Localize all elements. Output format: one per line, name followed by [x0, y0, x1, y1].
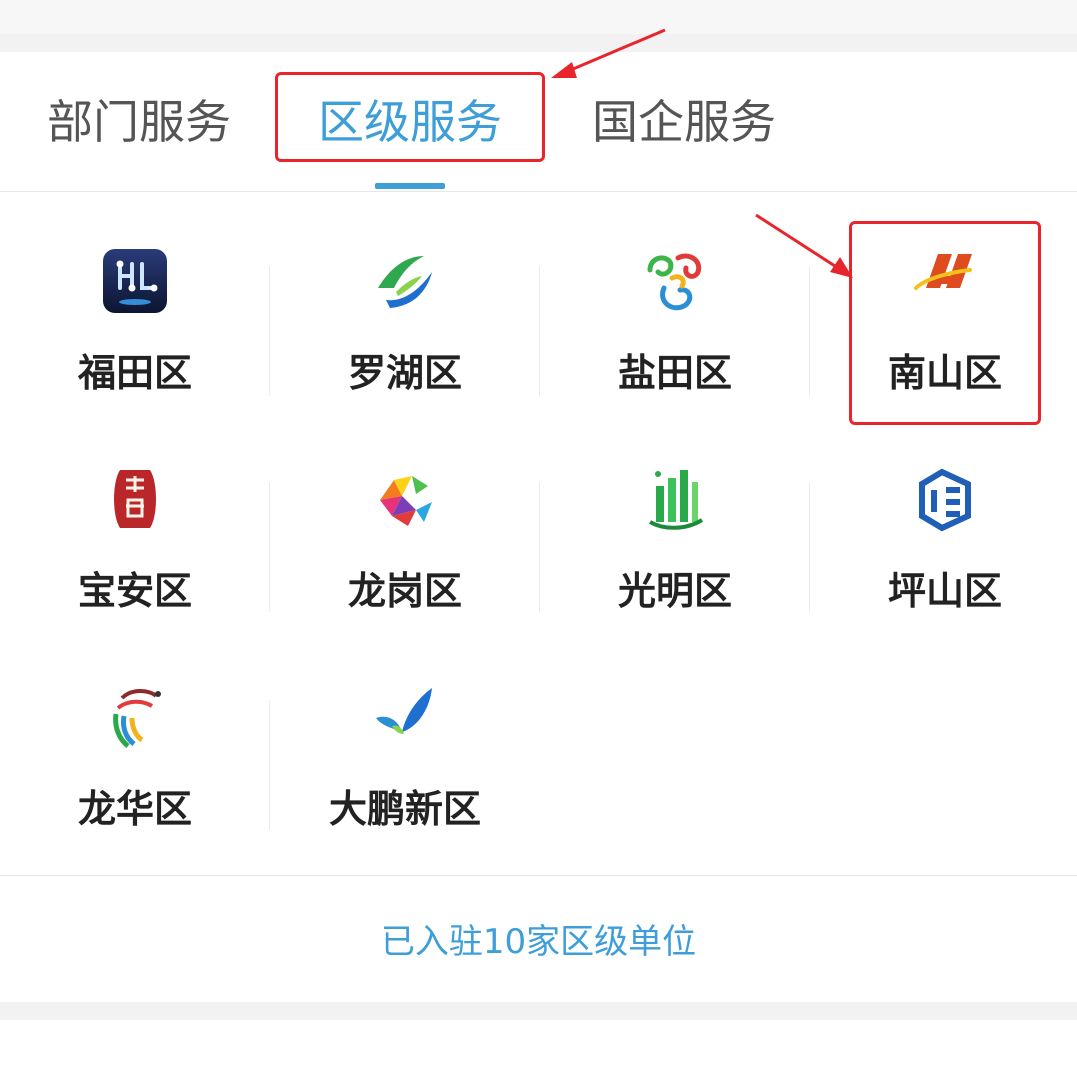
futian-logo-icon [103, 249, 167, 313]
district-label: 龙华区 [77, 787, 192, 831]
tab-district-services[interactable]: 区级服务 [318, 87, 502, 157]
district-item-longhua[interactable]: 龙华区 [0, 628, 270, 846]
district-label: 光明区 [617, 569, 732, 613]
district-label: 大鹏新区 [328, 787, 481, 831]
longhua-logo-icon [113, 689, 161, 748]
pingshan-logo-icon [919, 468, 971, 532]
district-item-dapeng[interactable]: 大鹏新区 [270, 628, 540, 846]
district-label: 龙岗区 [347, 569, 462, 613]
tab-department-services[interactable]: 部门服务 [47, 87, 231, 157]
tab-state-enterprise-services[interactable]: 国企服务 [592, 87, 776, 157]
district-label: 宝安区 [77, 569, 192, 613]
top-strip [0, 0, 1077, 34]
district-label: 坪山区 [887, 569, 1002, 613]
baoan-seal-icon [114, 470, 156, 528]
district-item-guangming[interactable]: 光明区 [540, 410, 810, 628]
district-label: 盐田区 [617, 351, 732, 395]
yantian-logo-icon [647, 253, 702, 311]
district-item-longgang[interactable]: 龙岗区 [270, 410, 540, 628]
service-tabs: 部门服务 区级服务 国企服务 [0, 52, 1077, 192]
district-item-luohu[interactable]: 罗湖区 [270, 192, 540, 410]
district-item-pingshan[interactable]: 坪山区 [810, 410, 1077, 628]
district-item-baoan[interactable]: 宝安区 [0, 410, 270, 628]
next-card [0, 1020, 1077, 1069]
active-tab-indicator [375, 183, 445, 189]
district-label: 南山区 [887, 351, 1002, 395]
district-item-futian[interactable]: 福田区 [0, 192, 270, 410]
luohu-logo-icon [378, 256, 432, 308]
district-grid: 福田区 罗湖区 盐田区 南山区 宝安区 龙岗区 光明区 坪山区 龙华区 大鹏新区 [0, 192, 1077, 874]
longgang-logo-icon [380, 476, 432, 526]
district-item-yantian[interactable]: 盐田区 [540, 192, 810, 410]
dapeng-logo-icon [376, 688, 432, 734]
nanshan-logo-icon [914, 254, 972, 290]
district-label: 罗湖区 [347, 351, 462, 395]
district-label: 福田区 [77, 351, 192, 395]
footer-divider [0, 875, 1077, 876]
service-card: 部门服务 区级服务 国企服务 福田区 罗湖区 盐田区 南山区 宝安区 龙岗区 光… [0, 52, 1077, 1002]
settled-units-link[interactable]: 已入驻10家区级单位 [0, 914, 1077, 963]
guangming-logo-icon [649, 470, 704, 530]
district-item-nanshan[interactable]: 南山区 [810, 192, 1077, 410]
